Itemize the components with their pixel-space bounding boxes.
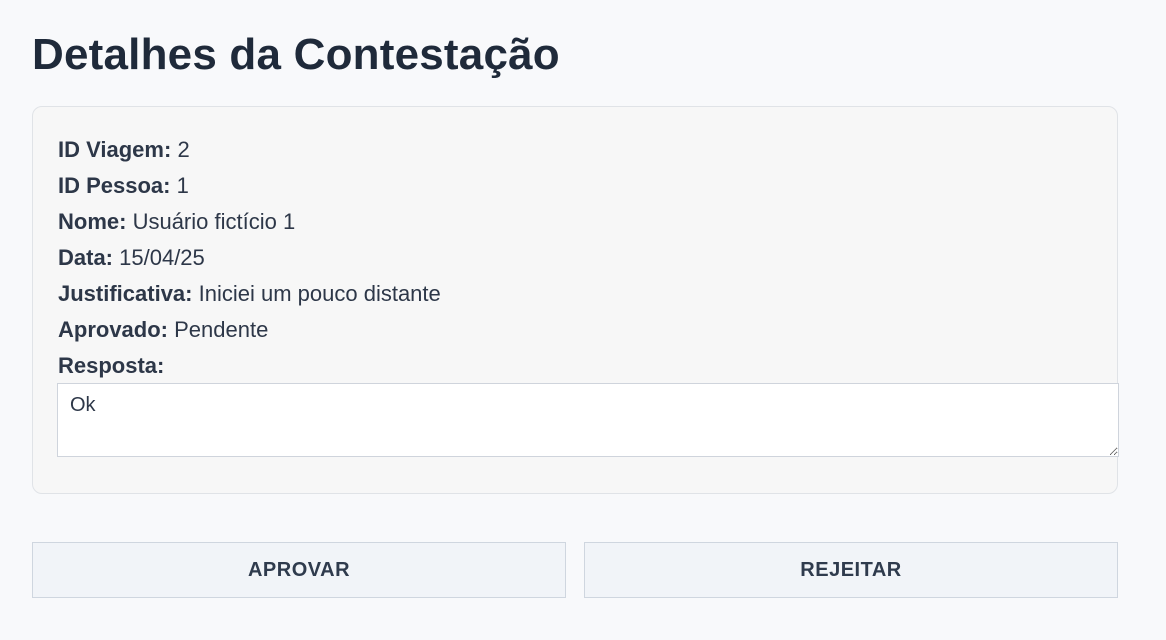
- date-value: 15/04/25: [119, 245, 205, 270]
- trip-id-value: 2: [177, 137, 190, 162]
- trip-id-label: ID Viagem:: [58, 137, 172, 162]
- approve-button[interactable]: APROVAR: [32, 542, 566, 598]
- trip-id-field: ID Viagem: 2: [58, 137, 190, 163]
- approved-field: Aprovado: Pendente: [58, 317, 268, 343]
- page-title: Detalhes da Contestação: [32, 30, 560, 79]
- person-id-label: ID Pessoa:: [58, 173, 171, 198]
- response-label: Resposta:: [58, 353, 165, 378]
- name-field: Nome: Usuário fictício 1: [58, 209, 295, 235]
- response-textarea[interactable]: Ok: [57, 383, 1119, 457]
- date-label: Data:: [58, 245, 114, 270]
- justification-value: Iniciei um pouco distante: [198, 281, 441, 306]
- page: Detalhes da Contestação ID Viagem: 2 ID …: [0, 0, 1166, 640]
- date-field: Data: 15/04/25: [58, 245, 205, 271]
- name-label: Nome:: [58, 209, 127, 234]
- justification-label: Justificativa:: [58, 281, 193, 306]
- reject-button[interactable]: REJEITAR: [584, 542, 1118, 598]
- approved-label: Aprovado:: [58, 317, 168, 342]
- details-card: ID Viagem: 2 ID Pessoa: 1 Nome: Usuário …: [32, 106, 1119, 494]
- person-id-field: ID Pessoa: 1: [58, 173, 189, 199]
- name-value: Usuário fictício 1: [132, 209, 296, 234]
- justification-field: Justificativa: Iniciei um pouco distante: [58, 281, 441, 307]
- person-id-value: 1: [176, 173, 189, 198]
- approved-status: Pendente: [174, 317, 269, 342]
- response-field: Resposta:: [58, 353, 164, 379]
